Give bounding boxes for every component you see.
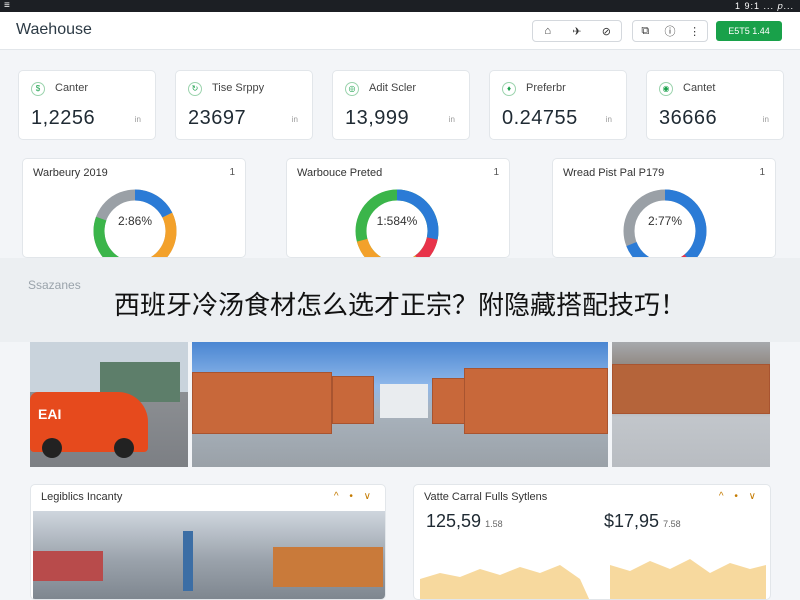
sparkline-area-right — [610, 559, 766, 599]
card-title: Legiblics Incanty — [41, 491, 123, 503]
kpi-extra: in — [448, 115, 455, 124]
kpi-extra: in — [291, 115, 298, 124]
primary-action-button[interactable]: E5T5 1.44 — [716, 21, 782, 41]
donut-title: Warbeury 2019 — [33, 167, 108, 179]
donut-center-value: 2:77% — [647, 214, 683, 228]
kpi-label: Adit Scler — [369, 82, 417, 94]
photo-gallery: EAI — [30, 342, 770, 467]
card-controls-icon[interactable]: ^ • ∨ — [719, 491, 760, 502]
metric-sub: 7.58 — [663, 519, 681, 529]
kpi-card[interactable]: ♦ Preferbr 0.24755 in — [489, 70, 627, 140]
van-wheel — [114, 438, 134, 458]
home-icon[interactable]: ⌂ — [538, 25, 558, 37]
container-stack — [332, 376, 374, 424]
system-bar: ≡ 1 9:1 ... 𝑝... — [0, 0, 800, 12]
photo-warehouse-racks[interactable] — [612, 342, 770, 467]
container-stack — [432, 378, 466, 424]
overlay-headline: 西班牙冷汤食材怎么选才正宗？附隐藏搭配技巧！ — [113, 290, 686, 320]
warehouse-door — [380, 384, 428, 418]
metric-number: $17,95 — [604, 511, 660, 531]
photo-warehouse-interior — [33, 511, 385, 599]
donut-card[interactable]: Warbouce Preted 1 1:584% — [286, 158, 510, 258]
rack-boxes — [33, 551, 103, 581]
info-icon[interactable]: ⓘ — [660, 23, 680, 39]
donut-center-value: 1:584% — [376, 214, 418, 228]
donut-title: Warbouce Preted — [297, 167, 383, 179]
donut-count: 1 — [493, 167, 499, 178]
kpi-card[interactable]: ↻ Tise Srppy 23697 in — [175, 70, 313, 140]
donut-count: 1 — [759, 167, 765, 178]
metric-value: 125,59 1.58 — [426, 511, 503, 532]
hamburger-icon[interactable]: ≡ — [4, 0, 10, 11]
kpi-icon: $ — [31, 82, 45, 96]
card-controls-icon[interactable]: ^ • ∨ — [334, 491, 375, 502]
donut-title: Wread Pist Pal P179 — [563, 167, 665, 179]
kpi-label: Cantet — [683, 82, 716, 94]
kpi-icon: ◎ — [345, 82, 359, 96]
kpi-extra: in — [762, 115, 769, 124]
link-icon[interactable]: ⊘ — [596, 25, 616, 38]
toolbar-group-secondary: ⧉ ⓘ ⋮ — [632, 20, 708, 42]
logistics-card[interactable]: Legiblics Incanty ^ • ∨ — [30, 484, 386, 600]
photo-delivery-van[interactable]: EAI — [30, 342, 188, 467]
kpi-value: 23697 — [188, 107, 247, 129]
card-title: Vatte Carral Fulls Sytlens — [424, 491, 548, 503]
app-header: Waehouse ⌂ ✈ ⊘ ⧉ ⓘ ⋮ E5T5 1.44 — [0, 12, 800, 50]
kpi-icon: ♦ — [502, 82, 516, 96]
kpi-value: 1,2256 — [31, 107, 96, 129]
rack-boxes — [273, 547, 383, 587]
kpi-extra: in — [605, 115, 612, 124]
photo-container-yard[interactable] — [192, 342, 608, 467]
kpi-label: Tise Srppy — [212, 82, 265, 94]
rack-boxes — [612, 364, 770, 414]
kpi-extra: in — [134, 115, 141, 124]
kpi-value: 0.24755 — [502, 107, 578, 129]
donut-count: 1 — [229, 167, 235, 178]
page-title: Waehouse — [16, 21, 92, 38]
toolbar-group-primary: ⌂ ✈ ⊘ — [532, 20, 622, 42]
donut-card[interactable]: Warbeury 2019 1 2:86% — [22, 158, 246, 258]
donut-center-value: 2:86% — [117, 214, 153, 228]
system-status: 1 9:1 ... 𝑝... — [734, 1, 794, 11]
container-stack — [464, 368, 608, 434]
kpi-card[interactable]: $ Canter 1,2256 in — [18, 70, 156, 140]
kpi-icon: ◉ — [659, 82, 673, 96]
metric-sub: 1.58 — [485, 519, 503, 529]
area-sparkline — [420, 559, 766, 599]
metric-value: $17,95 7.58 — [604, 511, 681, 532]
overlay-banner: Ssazanes 西班牙冷汤食材怎么选才正宗？附隐藏搭配技巧！ — [0, 258, 800, 342]
kpi-value: 13,999 — [345, 107, 410, 129]
metric-number: 125,59 — [426, 511, 482, 531]
rack-column — [183, 531, 193, 591]
kpi-label: Canter — [55, 82, 89, 94]
sparkline-area-left — [420, 565, 590, 599]
pin-icon[interactable]: ✈ — [567, 25, 587, 38]
van-illustration: EAI — [30, 392, 148, 458]
system-card[interactable]: Vatte Carral Fulls Sytlens ^ • ∨ 125,59 1… — [413, 484, 771, 600]
donut-card[interactable]: Wread Pist Pal P179 1 2:77% — [552, 158, 776, 258]
van-logo: EAI — [38, 406, 62, 422]
kpi-label: Preferbr — [526, 82, 566, 94]
more-icon[interactable]: ⋮ — [685, 25, 705, 38]
container-stack — [192, 372, 332, 434]
kpi-icon: ↻ — [188, 82, 202, 96]
kpi-card[interactable]: ◉ Cantet 36666 in — [646, 70, 784, 140]
kpi-card[interactable]: ◎ Adit Scler 13,999 in — [332, 70, 470, 140]
van-wheel — [42, 438, 62, 458]
kpi-value: 36666 — [659, 107, 718, 129]
camera-icon[interactable]: ⧉ — [635, 25, 655, 38]
